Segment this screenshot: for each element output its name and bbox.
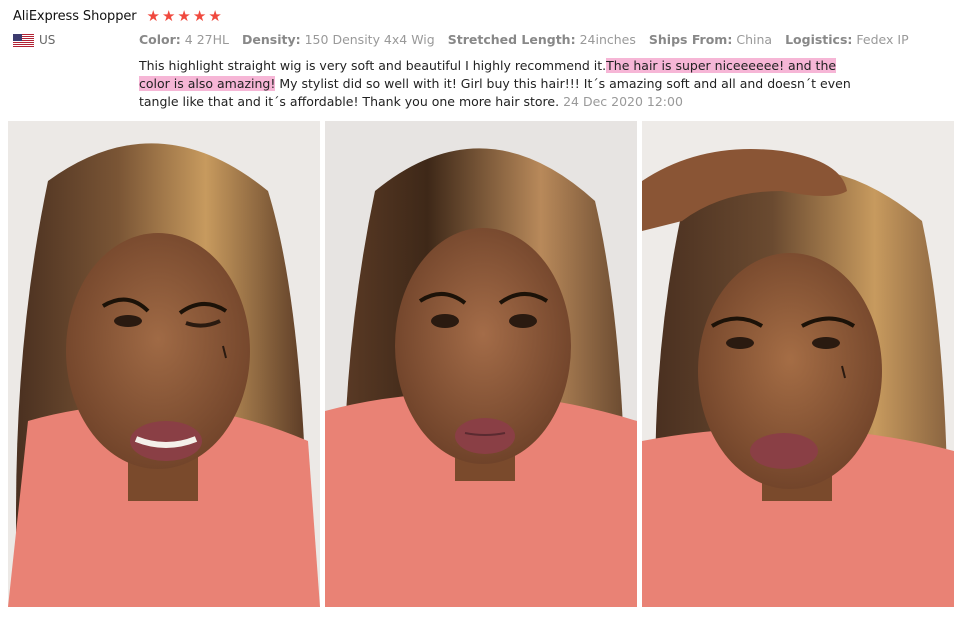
review-photos: [8, 121, 954, 607]
star-icon: ★: [192, 7, 207, 25]
product-attributes: Color: 4 27HL Density: 150 Density 4x4 Wig…: [139, 32, 922, 47]
review-photo-1[interactable]: [8, 121, 320, 607]
attribute-logistics: Logistics: Fedex IP: [785, 32, 909, 47]
reviewer-name: AliExpress Shopper: [13, 8, 137, 24]
review-header: AliExpress Shopper ★ ★ ★ ★ ★: [13, 8, 222, 24]
review-text: This highlight straight wig is very soft…: [139, 57, 859, 111]
attribute-color: Color: 4 27HL: [139, 32, 229, 47]
attribute-ships-from: Ships From: China: [648, 32, 773, 47]
review-date: 24 Dec 2020 12:00: [563, 94, 683, 109]
reviewer-country: US: [13, 33, 55, 47]
star-rating: ★ ★ ★ ★ ★: [147, 8, 222, 24]
star-icon: ★: [146, 7, 160, 25]
attribute-density: Density: 150 Density 4x4 Wig: [242, 32, 435, 47]
star-icon: ★: [177, 7, 191, 25]
country-code: US: [39, 33, 56, 47]
star-icon: ★: [208, 7, 222, 25]
review-photo-2[interactable]: [325, 121, 637, 607]
attribute-stretched-length: Stretched Length: 24inches: [447, 32, 636, 47]
us-flag-icon: [13, 33, 34, 47]
star-icon: ★: [161, 7, 176, 25]
review-text-start: This highlight straight wig is very soft…: [139, 58, 607, 73]
review-photo-3[interactable]: [642, 121, 954, 607]
